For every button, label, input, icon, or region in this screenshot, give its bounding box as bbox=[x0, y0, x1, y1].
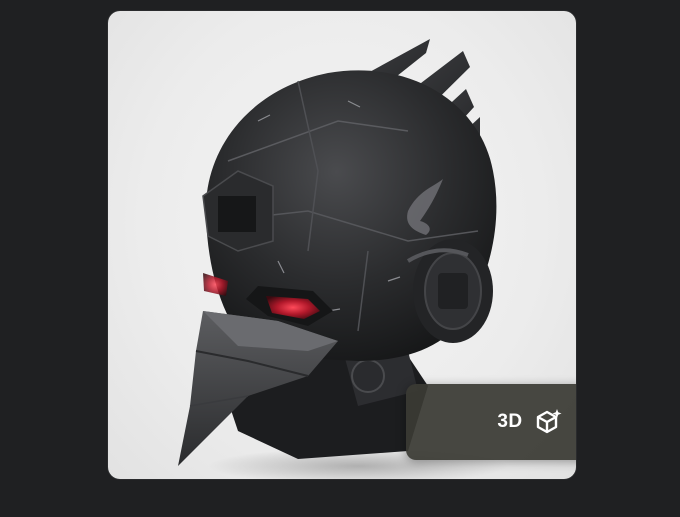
model-preview-card: 3D bbox=[108, 11, 576, 479]
view-3d-button[interactable]: 3D bbox=[406, 384, 576, 460]
cube-sparkle-icon bbox=[536, 409, 562, 434]
view-3d-label: 3D bbox=[497, 411, 523, 432]
